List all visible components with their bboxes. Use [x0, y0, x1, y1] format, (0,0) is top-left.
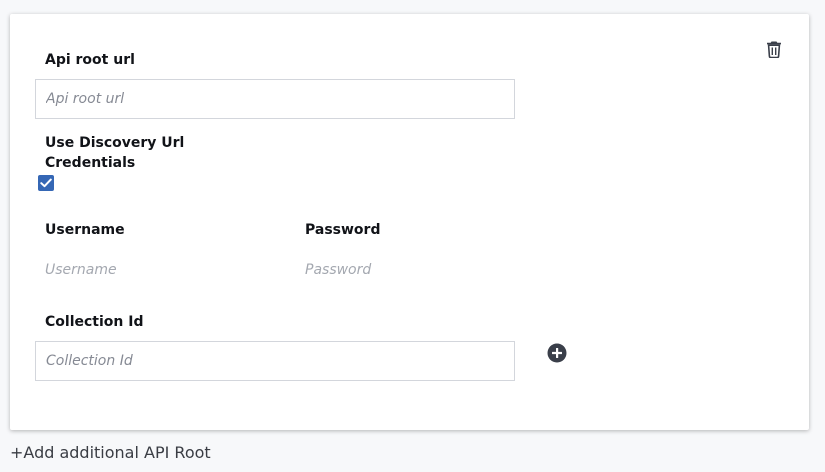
api-root-form-page: Api root url Use Discovery Url Credentia… — [0, 0, 825, 472]
credentials-label: Credentials — [45, 155, 136, 171]
use-discovery-url-label: Use Discovery Url — [45, 135, 185, 151]
api-root-url-input[interactable] — [35, 79, 515, 119]
delete-api-root-button[interactable] — [764, 39, 784, 59]
collection-id-label: Collection Id — [45, 314, 144, 330]
add-collection-button[interactable] — [546, 342, 568, 364]
collection-id-input[interactable] — [35, 341, 515, 381]
trash-icon — [767, 41, 781, 58]
add-additional-api-root-link[interactable]: +Add additional API Root — [10, 443, 211, 463]
password-input[interactable] — [305, 258, 525, 282]
api-root-card: Api root url Use Discovery Url Credentia… — [10, 14, 809, 430]
username-label: Username — [45, 222, 125, 238]
password-label: Password — [305, 222, 381, 238]
plus-circle-icon — [547, 343, 567, 363]
username-input[interactable] — [45, 258, 265, 282]
use-discovery-credentials-checkbox[interactable] — [38, 175, 54, 191]
api-root-url-label: Api root url — [45, 52, 135, 68]
checkmark-icon — [40, 178, 52, 188]
